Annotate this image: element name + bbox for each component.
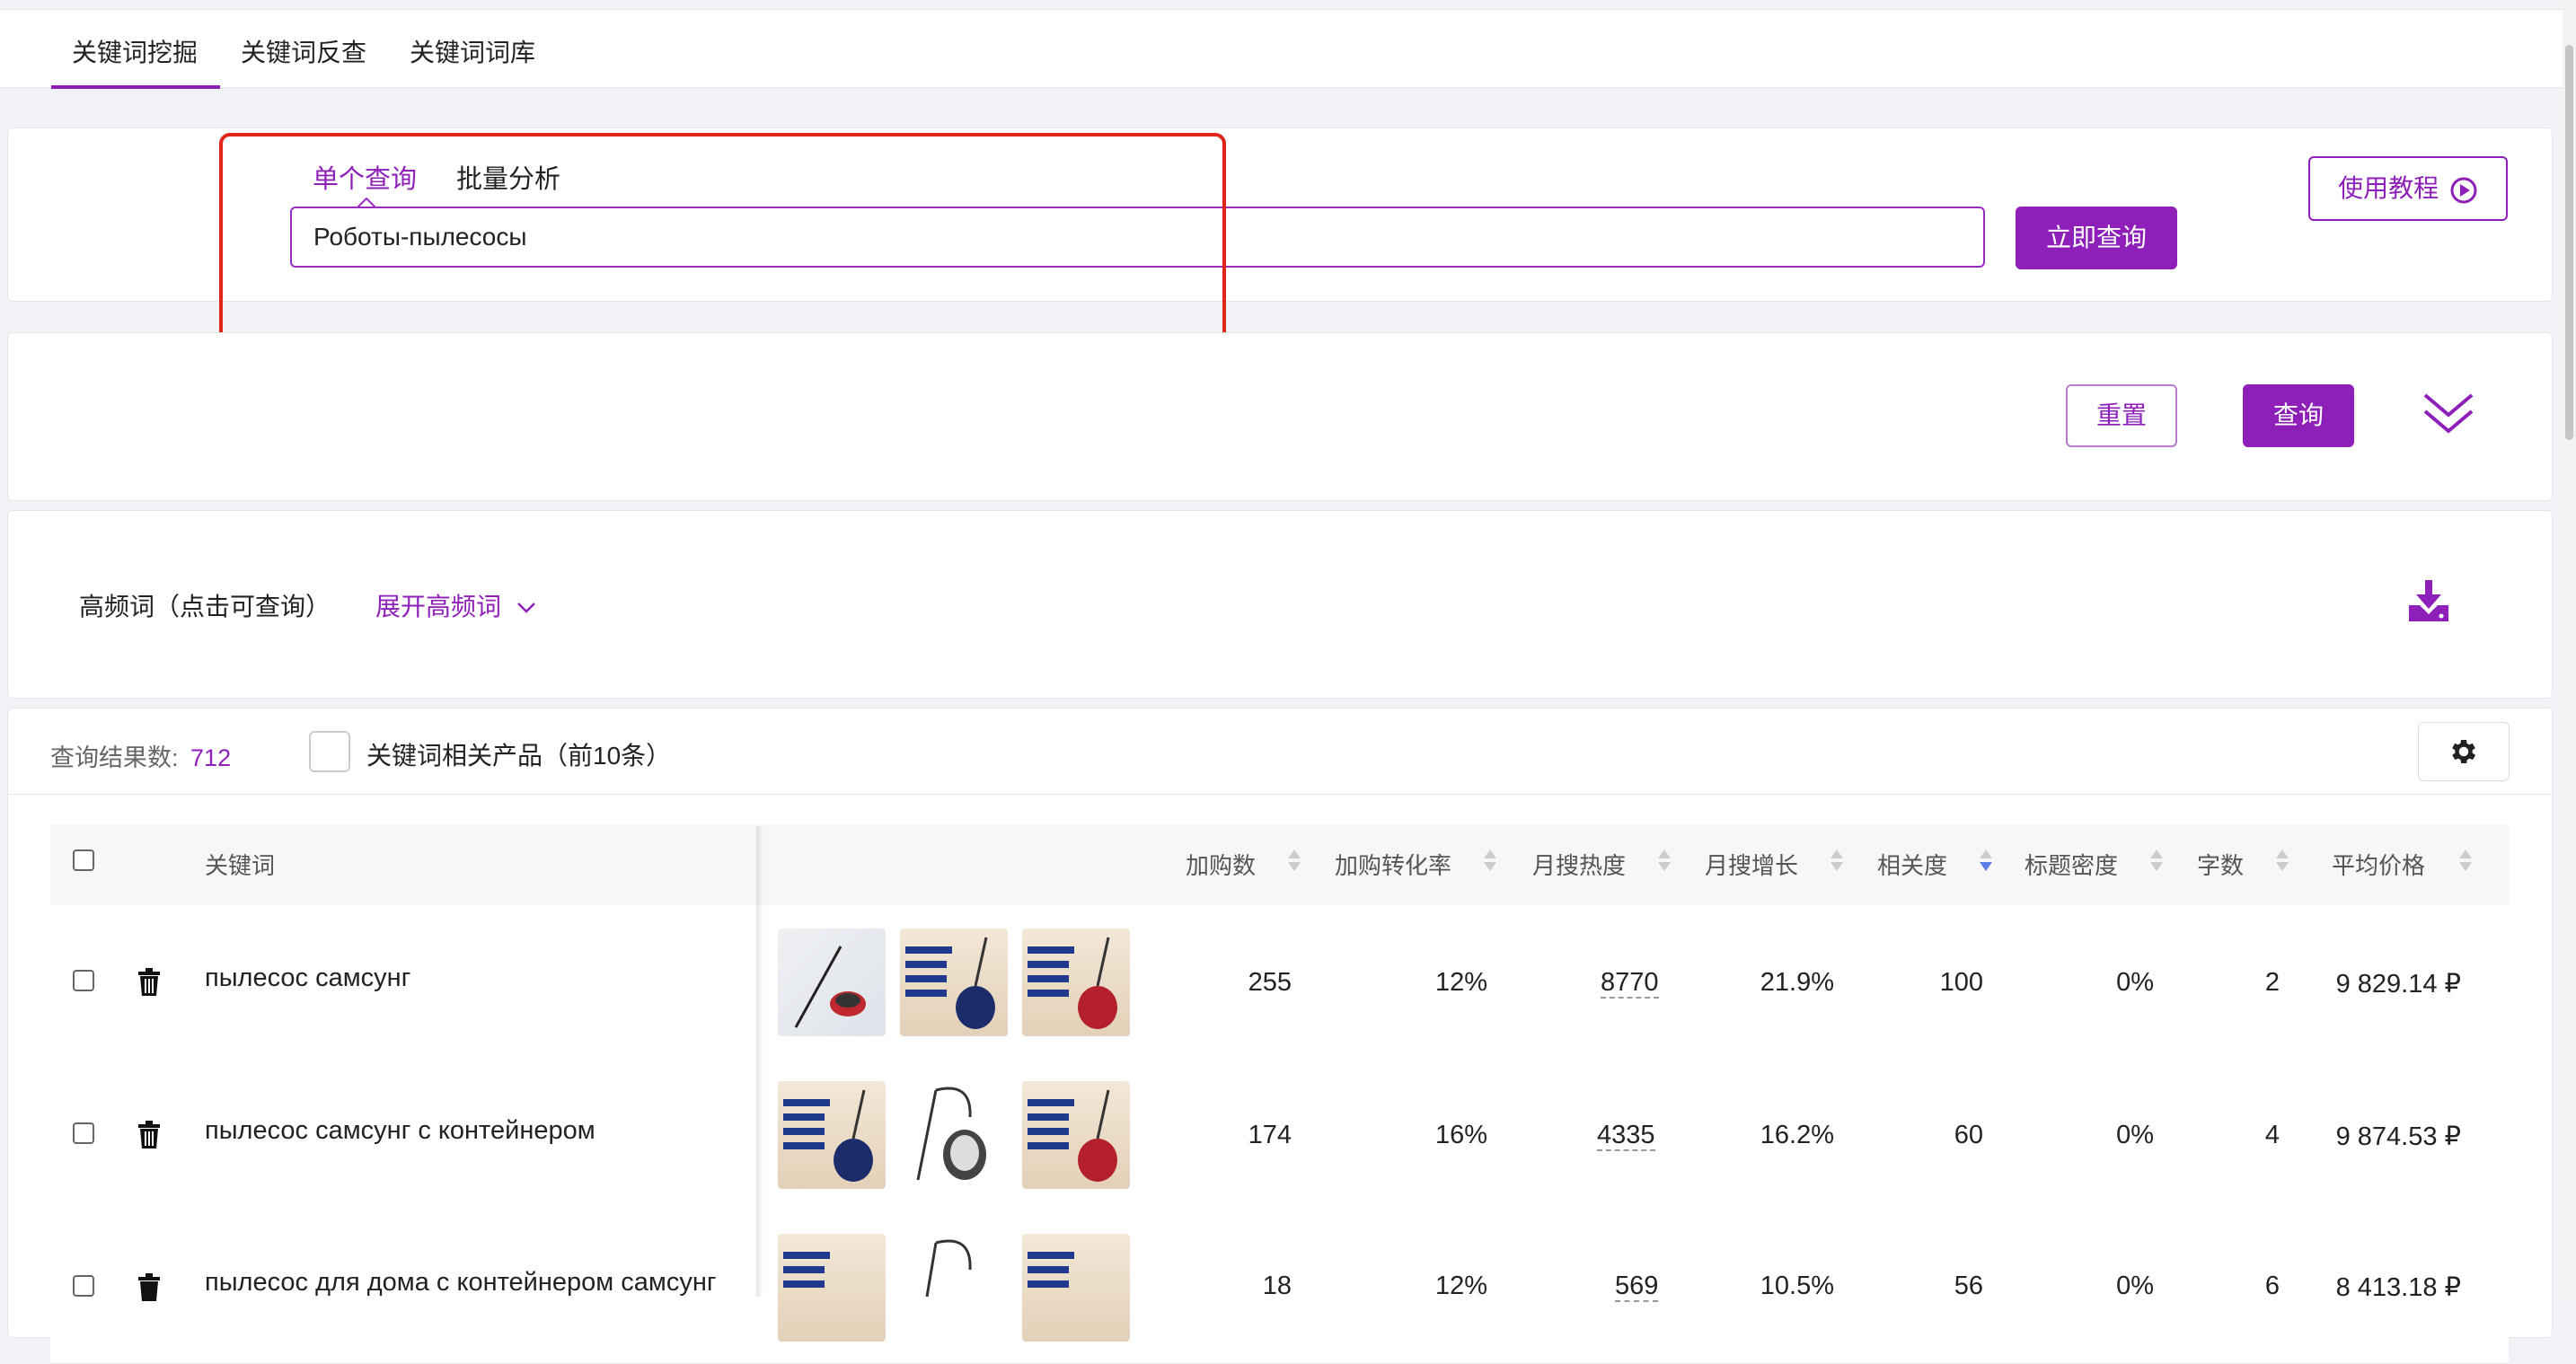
play-icon [2450,177,2477,204]
keyword-text[interactable]: пылесос самсунг с контейнером [205,1116,595,1146]
vertical-scrollbar[interactable] [2563,0,2576,1297]
scrollbar-thumb[interactable] [2565,45,2573,440]
monthly-growth-value: 16.2% [1760,1121,1834,1149]
monthly-search-value[interactable]: 569 [1615,1272,1659,1302]
results-header-divider [7,794,2551,795]
column-header-add-to-cart[interactable]: 加购数 [1186,848,1256,881]
result-count-value: 712 [190,744,232,771]
sort-icon[interactable] [2459,849,2472,876]
sort-icon[interactable] [1658,849,1671,876]
monthly-search-number: 8770 [1601,968,1659,999]
column-header-title-density[interactable]: 标题密度 [2025,848,2118,881]
highlight-annotation-box [219,133,1226,357]
column-header-word-count[interactable]: 字数 [2197,848,2244,881]
title-density-value: 0% [2116,1121,2154,1149]
expand-label: 展开高频词 [375,593,502,620]
trash-icon[interactable] [137,968,162,997]
relevance-value: 100 [1939,968,1983,997]
monthly-growth-value: 21.9% [1760,968,1834,997]
gear-icon [2452,739,2476,764]
column-header-monthly-growth[interactable]: 月搜增长 [1705,848,1798,881]
select-all-checkbox[interactable] [73,849,94,871]
submit-query-button[interactable]: 立即查询 [2016,207,2177,269]
related-products-label: 关键词相关产品（前10条） [366,742,672,770]
tab-keyword-mining[interactable]: 关键词挖掘 [72,33,198,69]
column-header-monthly-search[interactable]: 月搜热度 [1532,848,1626,881]
column-header-avg-price[interactable]: 平均价格 [2332,848,2425,881]
tutorial-button[interactable]: 使用教程 [2308,156,2508,221]
high-frequency-label: 高频词（点击可查询） [79,593,331,620]
sort-icon[interactable] [1288,849,1301,876]
trash-icon[interactable] [137,1121,162,1149]
row-checkbox[interactable] [73,1122,94,1144]
cart-rate-value: 16% [1434,1121,1487,1149]
avg-price-value: 8 413.18 ₽ [2335,1273,2461,1302]
product-thumbnail[interactable] [1022,928,1130,1036]
title-density-value: 0% [2116,968,2154,997]
expand-high-frequency-link[interactable]: 展开高频词 [375,587,537,623]
cart-rate-value: 12% [1434,968,1487,997]
row-checkbox[interactable] [73,970,94,991]
row-checkbox[interactable] [73,1275,94,1297]
monthly-search-value[interactable]: 4335 [1597,1121,1655,1151]
tab-keyword-reverse[interactable]: 关键词反查 [241,33,366,69]
monthly-search-value[interactable]: 8770 [1601,968,1659,999]
column-header-cart-rate[interactable]: 加购转化率 [1335,848,1451,881]
monthly-search-number: 4335 [1597,1121,1655,1151]
keyword-text[interactable]: пылесос для дома с контейнером самсунг [205,1268,716,1298]
product-thumbnail[interactable] [778,1081,886,1189]
sort-icon[interactable] [2276,849,2289,876]
add-to-cart-value: 255 [1248,968,1292,997]
word-count-value: 4 [2264,1121,2280,1149]
keyword-text[interactable]: пылесос самсунг [205,964,410,993]
fixed-column-shadow [756,826,763,1297]
word-count-value: 2 [2264,968,2280,997]
product-thumbnail[interactable] [900,928,1008,1036]
trash-icon[interactable] [137,1273,162,1302]
product-thumbnail[interactable] [778,928,886,1036]
monthly-growth-value: 10.5% [1760,1272,1834,1300]
column-header-relevance[interactable]: 相关度 [1877,848,1947,881]
sort-icon[interactable] [1484,849,1496,876]
add-to-cart-value: 18 [1262,1272,1292,1300]
avg-price-value: 9 829.14 ₽ [2335,970,2461,999]
column-header-keyword: 关键词 [205,852,276,879]
word-count-value: 6 [2264,1272,2280,1300]
settings-button[interactable] [2418,722,2510,781]
title-density-value: 0% [2116,1272,2154,1300]
add-to-cart-value: 174 [1248,1121,1292,1149]
tab-keyword-library[interactable]: 关键词词库 [410,33,535,69]
product-thumbnail[interactable] [1022,1081,1130,1189]
sort-icon-active[interactable] [1980,849,1992,876]
reset-button[interactable]: 重置 [2066,384,2177,447]
cart-rate-value: 12% [1434,1272,1487,1300]
product-thumbnail[interactable] [900,1081,1008,1189]
query-button[interactable]: 查询 [2243,384,2354,447]
result-count-label: 查询结果数: [50,744,179,771]
sort-icon[interactable] [1831,849,1843,876]
avg-price-value: 9 874.53 ₽ [2335,1122,2461,1151]
download-icon[interactable] [2407,578,2450,623]
relevance-value: 56 [1954,1272,1983,1300]
product-thumbnail[interactable] [778,1234,886,1342]
related-products-toggle[interactable] [309,731,350,772]
product-thumbnail[interactable] [900,1234,1008,1342]
monthly-search-number: 569 [1615,1272,1659,1302]
chevron-down-icon [516,603,535,613]
tutorial-label: 使用教程 [2338,174,2439,202]
top-tab-bar: 关键词挖掘 关键词反查 关键词词库 [0,9,2563,89]
result-count: 查询结果数: 712 [50,738,231,773]
collapse-chevron-icon[interactable] [2422,390,2475,440]
active-tab-indicator [51,85,220,89]
sort-icon[interactable] [2150,849,2163,876]
product-thumbnail[interactable] [1022,1234,1130,1342]
table-header [50,824,2509,906]
relevance-value: 60 [1954,1121,1983,1149]
